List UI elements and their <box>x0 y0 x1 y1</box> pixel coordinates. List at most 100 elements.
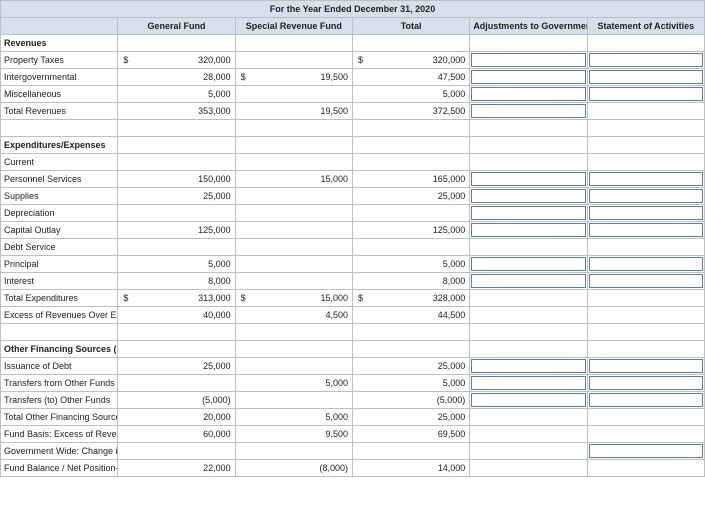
activities-input[interactable] <box>588 189 703 203</box>
special-revenue-cell <box>234 391 353 409</box>
adjustments-cell <box>469 68 588 86</box>
activities-cell <box>586 51 705 69</box>
adjustments-input[interactable] <box>471 223 586 237</box>
activities-cell <box>586 136 705 154</box>
row-label: Debt Service <box>0 238 119 256</box>
activities-cell <box>586 391 705 409</box>
adjustments-cell <box>469 51 588 69</box>
table-row: Intergovernmental 28,000 $19,500 47,500 <box>0 68 705 86</box>
total-cell: (5,000) <box>351 391 471 409</box>
activities-input[interactable] <box>588 223 703 237</box>
amount-value: 5,000 <box>442 89 466 99</box>
general-fund-cell <box>117 136 236 154</box>
activities-input[interactable] <box>588 393 703 407</box>
special-revenue-cell <box>234 153 353 171</box>
activities-input[interactable] <box>588 70 703 84</box>
activities-cell <box>586 204 705 222</box>
total-cell: 44,500 <box>351 306 471 324</box>
amount-value: 5,000 <box>442 259 466 269</box>
total-cell <box>351 442 471 460</box>
total-cell <box>351 204 471 222</box>
adjustments-input[interactable] <box>471 104 586 118</box>
special-revenue-cell <box>234 323 353 341</box>
amount-value: 22,000 <box>203 463 231 473</box>
adjustments-input[interactable] <box>471 172 586 186</box>
general-fund-cell <box>117 34 236 52</box>
special-revenue-cell: $19,500 <box>234 68 353 86</box>
general-fund-cell: 25,000 <box>117 187 236 205</box>
activities-input[interactable] <box>588 87 703 101</box>
activities-input[interactable] <box>588 206 703 220</box>
total-cell: 25,000 <box>351 408 471 426</box>
amount-value: 25,000 <box>437 412 466 422</box>
activities-cell <box>586 102 705 120</box>
adjustments-input[interactable] <box>471 359 586 373</box>
total-cell: 165,000 <box>351 170 471 188</box>
general-fund-cell: 40,000 <box>117 306 236 324</box>
activities-input[interactable] <box>588 444 703 458</box>
activities-input[interactable] <box>588 257 703 271</box>
row-label-text: Supplies <box>4 191 39 201</box>
general-fund-cell <box>117 119 236 137</box>
amount-value: 69,500 <box>437 429 466 439</box>
adjustments-input[interactable] <box>471 87 586 101</box>
activities-input[interactable] <box>588 359 703 373</box>
header-general-fund: General Fund <box>117 17 236 35</box>
total-cell: $328,000 <box>351 289 471 307</box>
adjustments-input[interactable] <box>471 257 586 271</box>
row-label-text: Interest <box>4 276 35 286</box>
adjustments-input[interactable] <box>471 53 586 67</box>
amount-value: 125,000 <box>198 225 231 235</box>
total-cell: 5,000 <box>351 85 471 103</box>
row-label-text: Government Wide: Change in Net Position <box>4 446 118 456</box>
table-row: Transfers (to) Other Funds (5,000) (5,000) <box>0 391 705 409</box>
special-revenue-cell: 5,000 <box>234 374 353 392</box>
adjustments-cell <box>469 170 588 188</box>
special-revenue-cell <box>234 119 353 137</box>
worksheet-table: For the Year Ended December 31, 2020 Gen… <box>0 0 705 477</box>
amount-value: 5,000 <box>208 259 231 269</box>
activities-input[interactable] <box>588 274 703 288</box>
table-row: Total Revenues 353,000 19,500 372,500 <box>0 102 705 120</box>
adjustments-input[interactable] <box>471 206 586 220</box>
row-label: Current <box>0 153 119 171</box>
amount-value: 19,500 <box>320 106 348 116</box>
special-revenue-cell <box>234 255 353 273</box>
general-fund-cell: $313,000 <box>117 289 236 307</box>
activities-input[interactable] <box>588 376 703 390</box>
table-row: Expenditures/Expenses <box>0 136 705 154</box>
special-revenue-cell <box>234 51 353 69</box>
worksheet-title: For the Year Ended December 31, 2020 <box>0 0 705 18</box>
special-revenue-cell <box>234 221 353 239</box>
row-label-text: Depreciation <box>4 208 55 218</box>
total-cell <box>351 323 471 341</box>
table-row: Capital Outlay 125,000 125,000 <box>0 221 705 239</box>
adjustments-input[interactable] <box>471 393 586 407</box>
amount-value: 47,500 <box>437 72 466 82</box>
activities-cell <box>586 238 705 256</box>
adjustments-input[interactable] <box>471 70 586 84</box>
amount-value: 125,000 <box>432 225 466 235</box>
total-cell: 14,000 <box>351 459 471 477</box>
adjustments-input[interactable] <box>471 376 586 390</box>
table-row: Current <box>0 153 705 171</box>
adjustments-input[interactable] <box>471 274 586 288</box>
row-label: Transfers (to) Other Funds <box>0 391 119 409</box>
general-fund-cell: $320,000 <box>117 51 236 69</box>
activities-input[interactable] <box>588 53 703 67</box>
amount-value: 44,500 <box>437 310 466 320</box>
adjustments-cell <box>469 204 588 222</box>
row-label: Interest <box>0 272 119 290</box>
adjustments-cell <box>469 102 588 120</box>
row-label: Transfers from Other Funds <box>0 374 119 392</box>
header-statement-of-activities: Statement of Activities <box>586 17 705 35</box>
amount-value: 25,000 <box>203 361 231 371</box>
special-revenue-cell <box>234 442 353 460</box>
adjustments-input[interactable] <box>471 189 586 203</box>
currency-symbol: $ <box>240 72 246 82</box>
row-label-text: Principal <box>4 259 39 269</box>
special-revenue-cell: 4,500 <box>234 306 353 324</box>
adjustments-cell <box>469 85 588 103</box>
activities-input[interactable] <box>588 172 703 186</box>
table-row: Revenues <box>0 34 705 52</box>
